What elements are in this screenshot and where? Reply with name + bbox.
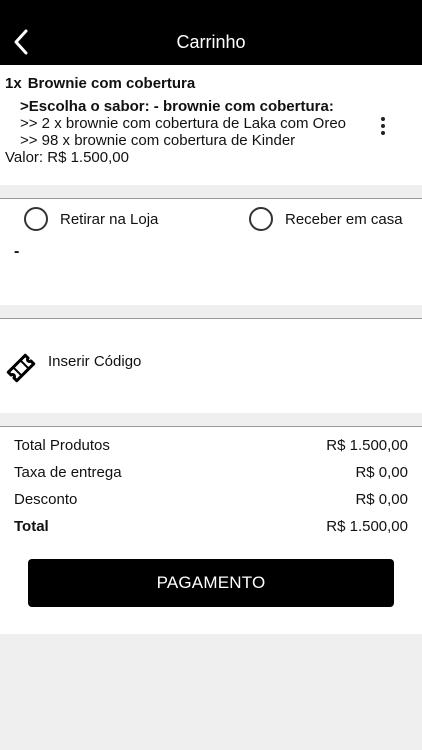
radio-circle[interactable] — [249, 207, 273, 231]
radio-label: Retirar na Loja — [60, 210, 159, 228]
summary-row-products: Total Produtos R$ 1.500,00 — [14, 437, 408, 454]
item-option-line: >> 98 x brownie com cobertura de Kinder — [20, 132, 296, 149]
summary-row-delivery-fee: Taxa de entrega R$ 0,00 — [14, 464, 408, 481]
page-title: Carrinho — [176, 32, 246, 52]
item-quantity: 1x — [5, 75, 22, 92]
summary-value: R$ 0,00 — [355, 464, 408, 481]
item-name: Brownie com cobertura — [27, 75, 196, 92]
summary-label: Total Produtos — [14, 437, 110, 454]
app-header: Carrinho — [0, 0, 422, 65]
summary-label: Total — [14, 518, 49, 535]
ticket-icon — [6, 353, 36, 383]
summary-row-discount: Desconto R$ 0,00 — [14, 491, 408, 508]
radio-label: Receber em casa — [285, 210, 403, 228]
item-option-line: >> 2 x brownie com cobertura de Laka com… — [20, 115, 347, 132]
delivery-options: Retirar na Loja Receber em casa - — [0, 198, 422, 305]
cart-item-card: 1x Brownie com cobertura >Escolha o sabor… — [0, 65, 422, 185]
item-option-title: >Escolha o sabor: - brownie com cobertur… — [20, 98, 334, 115]
summary-label: Desconto — [14, 491, 78, 508]
coupon-button[interactable]: Inserir Código — [0, 318, 422, 413]
coupon-label: Inserir Código — [48, 353, 142, 370]
summary-value: R$ 1.500,00 — [326, 518, 408, 535]
summary-row-total: Total R$ 1.500,00 — [14, 518, 408, 535]
payment-button[interactable]: PAGAMENTO — [28, 559, 394, 607]
radio-home-delivery[interactable]: Receber em casa — [249, 207, 403, 231]
radio-pickup-store[interactable]: Retirar na Loja — [24, 207, 158, 231]
delivery-address: - — [14, 243, 20, 260]
item-more-button[interactable] — [372, 115, 394, 137]
cart-item-title: 1x Brownie com cobertura — [5, 75, 195, 92]
radio-circle[interactable] — [24, 207, 48, 231]
more-vertical-icon-dot — [381, 124, 385, 128]
more-vertical-icon-dot — [381, 131, 385, 135]
summary-label: Taxa de entrega — [14, 464, 122, 481]
item-value: Valor: R$ 1.500,00 — [5, 149, 129, 166]
order-summary: Total Produtos R$ 1.500,00 Taxa de entre… — [0, 426, 422, 634]
summary-value: R$ 1.500,00 — [326, 437, 408, 454]
more-vertical-icon — [381, 117, 385, 121]
summary-value: R$ 0,00 — [355, 491, 408, 508]
